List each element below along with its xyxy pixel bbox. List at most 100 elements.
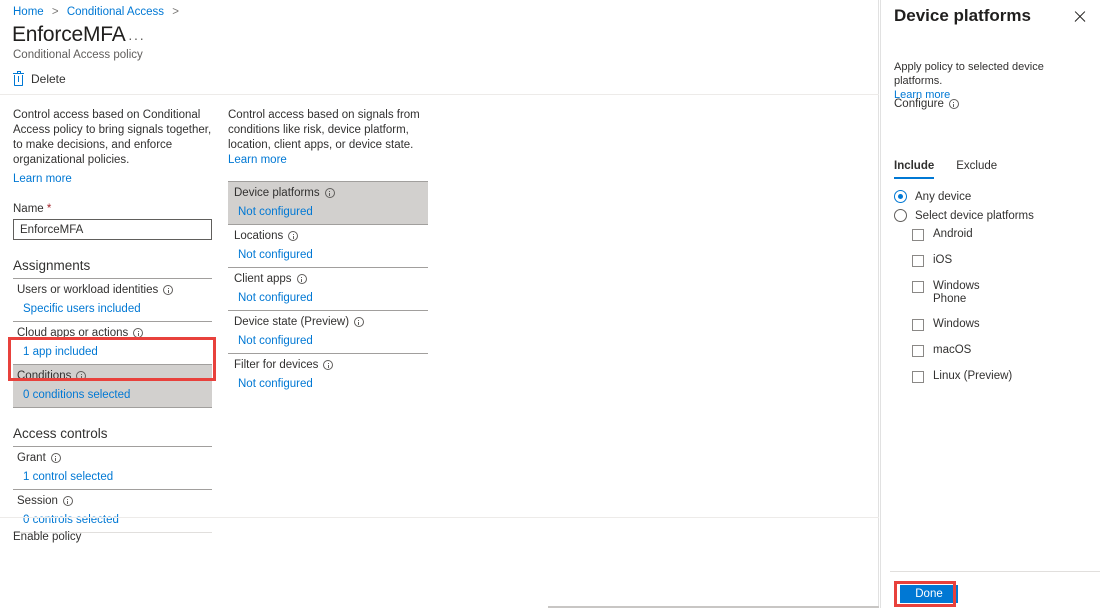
conditions-intro-text: Control access based on signals from con…: [228, 108, 428, 168]
checkbox-icon[interactable]: [912, 229, 924, 241]
name-required-asterisk: *: [47, 203, 51, 215]
info-icon[interactable]: [76, 371, 86, 381]
configure-label: Configure: [894, 98, 959, 110]
condition-row-filter-for-devices-value[interactable]: Not configured: [234, 378, 422, 390]
radio-any-device[interactable]: Any device: [894, 190, 971, 203]
command-bar-divider: [0, 94, 879, 95]
access-row-session-label: Session: [17, 495, 58, 507]
assignment-row-cloud-apps-label: Cloud apps or actions: [17, 327, 128, 339]
condition-row-device-state-value[interactable]: Not configured: [234, 335, 422, 347]
checkbox-row-macos[interactable]: macOS: [912, 344, 971, 357]
access-row-grant-label: Grant: [17, 452, 46, 464]
info-icon[interactable]: [325, 188, 335, 198]
access-controls-heading: Access controls: [13, 426, 212, 447]
info-icon[interactable]: [354, 317, 364, 327]
assignments-heading: Assignments: [13, 258, 212, 279]
condition-row-locations-label: Locations: [234, 230, 283, 242]
command-bar: Delete: [13, 72, 66, 92]
checkbox-label-android: Android: [933, 228, 973, 241]
tab-include[interactable]: Include: [894, 160, 934, 179]
panel-tabs: Include Exclude: [894, 160, 997, 179]
configure-label-text: Configure: [894, 98, 944, 110]
checkbox-label-windows-phone: Windows Phone: [933, 280, 980, 306]
enable-policy-label: Enable policy: [13, 531, 81, 543]
checkbox-icon[interactable]: [912, 345, 924, 357]
condition-row-client-apps-value[interactable]: Not configured: [234, 292, 422, 304]
condition-row-device-state[interactable]: Device state (Preview) Not configured: [228, 311, 428, 354]
breadcrumb: Home > Conditional Access >: [13, 6, 184, 18]
radio-any-device-label: Any device: [915, 191, 971, 203]
radio-select-device-platforms-label: Select device platforms: [915, 210, 1034, 222]
checkbox-icon[interactable]: [912, 281, 924, 293]
checkbox-label-windows: Windows: [933, 318, 980, 331]
checkbox-label-ios: iOS: [933, 254, 952, 267]
checkbox-label-macos: macOS: [933, 344, 971, 357]
info-icon[interactable]: [63, 496, 73, 506]
assignment-row-users-label: Users or workload identities: [17, 284, 158, 296]
checkbox-row-ios[interactable]: iOS: [912, 254, 952, 267]
delete-button[interactable]: Delete: [13, 72, 66, 86]
conditional-access-policy-blade: Home > Conditional Access > EnforceMFA ·…: [0, 0, 879, 608]
condition-row-device-platforms-value[interactable]: Not configured: [234, 206, 422, 218]
condition-row-device-platforms[interactable]: Device platforms Not configured: [228, 182, 428, 225]
checkbox-icon[interactable]: [912, 255, 924, 267]
assignment-row-conditions-label: Conditions: [17, 370, 71, 382]
name-label-text: Name: [13, 203, 44, 215]
assignment-row-conditions-value[interactable]: 0 conditions selected: [17, 389, 208, 401]
info-icon[interactable]: [323, 360, 333, 370]
assignment-row-conditions[interactable]: Conditions 0 conditions selected: [13, 365, 212, 408]
checkbox-icon[interactable]: [912, 371, 924, 383]
panel-description-text: Apply policy to selected device platform…: [894, 61, 1044, 87]
panel-description: Apply policy to selected device platform…: [894, 60, 1089, 102]
access-row-grant[interactable]: Grant 1 control selected: [13, 447, 212, 490]
device-platforms-panel: Device platforms Apply policy to selecte…: [880, 0, 1100, 608]
delete-button-label: Delete: [31, 72, 66, 86]
info-icon[interactable]: [133, 328, 143, 338]
panel-footer-divider: [890, 571, 1100, 572]
checkbox-icon[interactable]: [912, 319, 924, 331]
condition-row-device-platforms-label: Device platforms: [234, 187, 320, 199]
checkbox-label-linux: Linux (Preview): [933, 370, 1012, 383]
info-icon[interactable]: [51, 453, 61, 463]
condition-row-locations-value[interactable]: Not configured: [234, 249, 422, 261]
info-icon[interactable]: [949, 99, 959, 109]
conditions-column: Control access based on signals from con…: [228, 108, 428, 396]
assignment-row-users[interactable]: Users or workload identities Specific us…: [13, 279, 212, 322]
info-icon[interactable]: [297, 274, 307, 284]
radio-icon-checked[interactable]: [894, 190, 907, 203]
tab-exclude[interactable]: Exclude: [956, 160, 997, 179]
assignment-row-users-value[interactable]: Specific users included: [17, 303, 208, 315]
condition-row-filter-for-devices-label: Filter for devices: [234, 359, 318, 371]
info-icon[interactable]: [163, 285, 173, 295]
info-icon[interactable]: [288, 231, 298, 241]
page-subtitle: Conditional Access policy: [13, 49, 143, 61]
condition-row-filter-for-devices[interactable]: Filter for devices Not configured: [228, 354, 428, 396]
conditions-learn-more-link[interactable]: Learn more: [228, 154, 287, 166]
breadcrumb-separator-2: >: [172, 6, 179, 18]
page-title: EnforceMFA: [12, 23, 126, 47]
assignment-row-cloud-apps[interactable]: Cloud apps or actions 1 app included: [13, 322, 212, 365]
condition-row-locations[interactable]: Locations Not configured: [228, 225, 428, 268]
radio-icon-unchecked[interactable]: [894, 209, 907, 222]
name-input[interactable]: [13, 219, 212, 240]
policy-intro-text: Control access based on Conditional Acce…: [13, 108, 212, 168]
condition-row-device-state-label: Device state (Preview): [234, 316, 349, 328]
radio-select-device-platforms[interactable]: Select device platforms: [894, 209, 1034, 222]
bottom-action-bar: Enable policy Report-only On Off Save: [0, 517, 879, 608]
checkbox-row-android[interactable]: Android: [912, 228, 973, 241]
checkbox-row-linux[interactable]: Linux (Preview): [912, 370, 1012, 383]
breadcrumb-conditional-access[interactable]: Conditional Access: [67, 6, 164, 18]
policy-intro-learn-more-link[interactable]: Learn more: [13, 173, 72, 185]
checkbox-row-windows[interactable]: Windows: [912, 318, 980, 331]
close-icon[interactable]: [1072, 9, 1088, 25]
condition-row-client-apps[interactable]: Client apps Not configured: [228, 268, 428, 311]
access-row-grant-value[interactable]: 1 control selected: [17, 471, 208, 483]
conditions-intro-sentence: Control access based on signals from con…: [228, 109, 420, 151]
breadcrumb-home[interactable]: Home: [13, 6, 44, 18]
assignment-row-cloud-apps-value[interactable]: 1 app included: [17, 346, 208, 358]
checkbox-row-windows-phone[interactable]: Windows Phone: [912, 280, 980, 306]
done-button[interactable]: Done: [900, 585, 958, 603]
condition-row-client-apps-label: Client apps: [234, 273, 292, 285]
more-options-icon[interactable]: ···: [128, 30, 145, 46]
trash-icon: [13, 73, 24, 86]
